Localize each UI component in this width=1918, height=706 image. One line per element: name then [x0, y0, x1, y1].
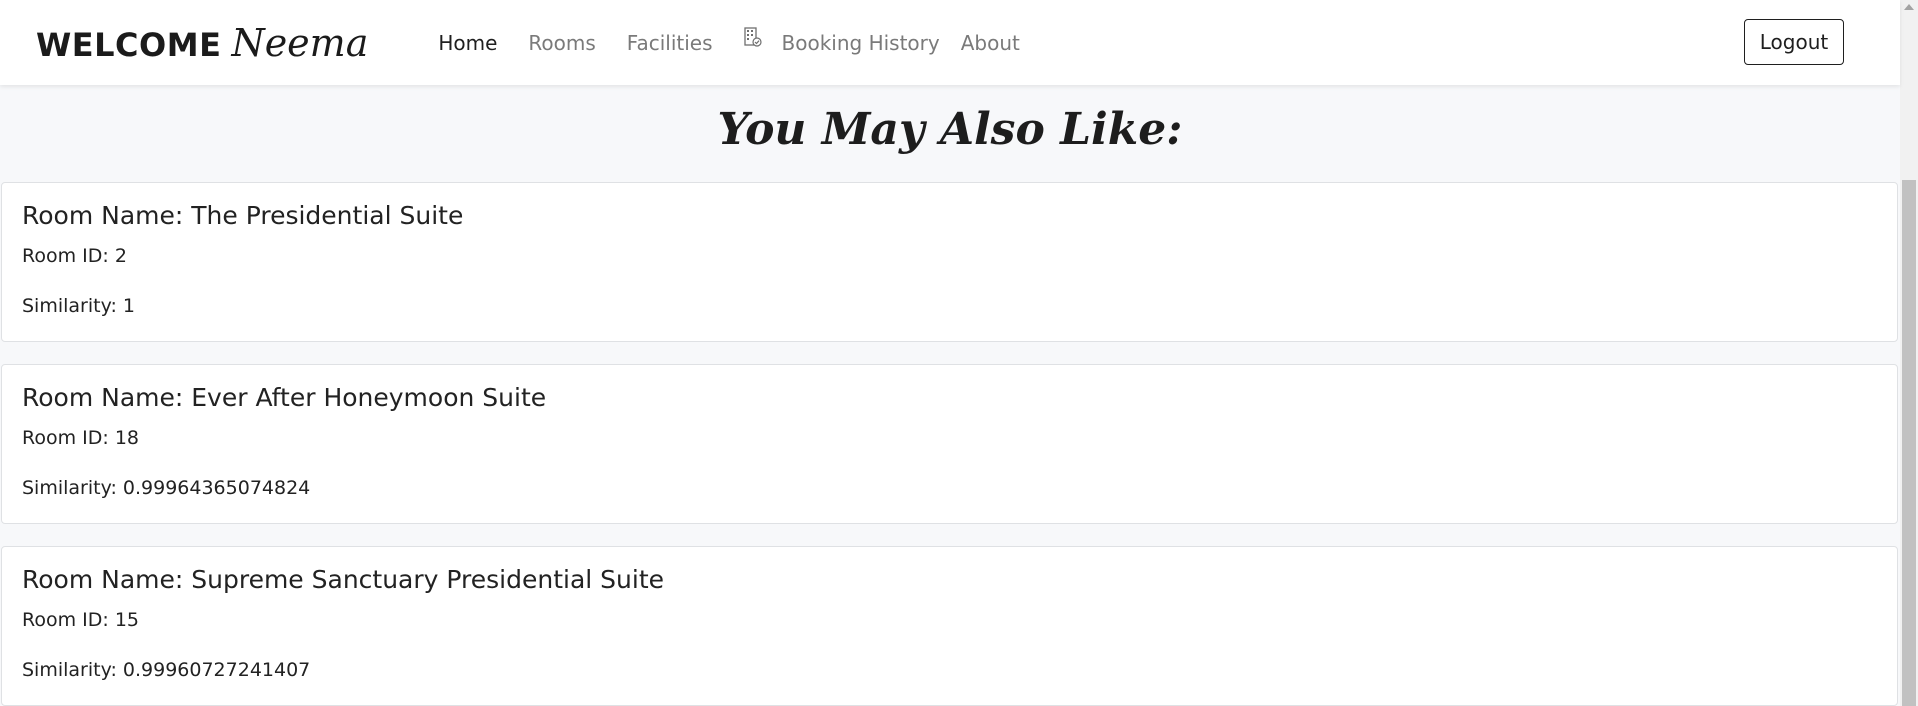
room-id: Room ID: 18	[22, 427, 139, 449]
room-card: Room Name: Supreme Sanctuary Presidentia…	[1, 546, 1898, 706]
nav-item-rooms[interactable]: Rooms	[528, 31, 595, 55]
nav-links: Home Rooms Facilities Booking History Ab…	[438, 26, 1051, 55]
room-id: Room ID: 2	[22, 245, 127, 267]
room-card: Room Name: The Presidential Suite Room I…	[1, 182, 1898, 342]
brand-user-name: Neema	[231, 20, 369, 65]
nav-item-booking-history[interactable]: Booking History	[743, 26, 940, 55]
room-similarity: Similarity: 0.99964365074824	[22, 477, 311, 499]
brand: WELCOME Neema	[36, 21, 368, 65]
room-name: Room Name: Ever After Honeymoon Suite	[22, 383, 547, 412]
room-similarity: Similarity: 1	[22, 295, 135, 317]
section-title: You May Also Like:	[717, 104, 1183, 155]
nav-item-facilities[interactable]: Facilities	[627, 31, 713, 55]
nav-item-home[interactable]: Home	[438, 31, 497, 55]
brand-welcome: WELCOME	[36, 25, 222, 64]
room-name: Room Name: Supreme Sanctuary Presidentia…	[22, 565, 665, 594]
content-area: WELCOME Neema Home Rooms Facilities Book…	[0, 0, 1900, 706]
nav-item-about[interactable]: About	[961, 31, 1020, 55]
room-name: Room Name: The Presidential Suite	[22, 201, 464, 230]
logout-button[interactable]: Logout	[1744, 19, 1844, 65]
page: WELCOME Neema Home Rooms Facilities Book…	[0, 0, 1918, 706]
building-check-icon	[743, 26, 762, 47]
scrollbar-thumb[interactable]	[1902, 180, 1916, 706]
room-similarity: Similarity: 0.99960727241407	[22, 659, 311, 681]
room-id: Room ID: 15	[22, 609, 139, 631]
navbar: WELCOME Neema Home Rooms Facilities Book…	[0, 0, 1900, 85]
room-card: Room Name: Ever After Honeymoon Suite Ro…	[1, 364, 1898, 524]
scroll-up-arrow-icon[interactable]	[1904, 4, 1914, 10]
nav-item-booking-history-label: Booking History	[781, 30, 940, 55]
vertical-scrollbar[interactable]	[1900, 0, 1918, 706]
